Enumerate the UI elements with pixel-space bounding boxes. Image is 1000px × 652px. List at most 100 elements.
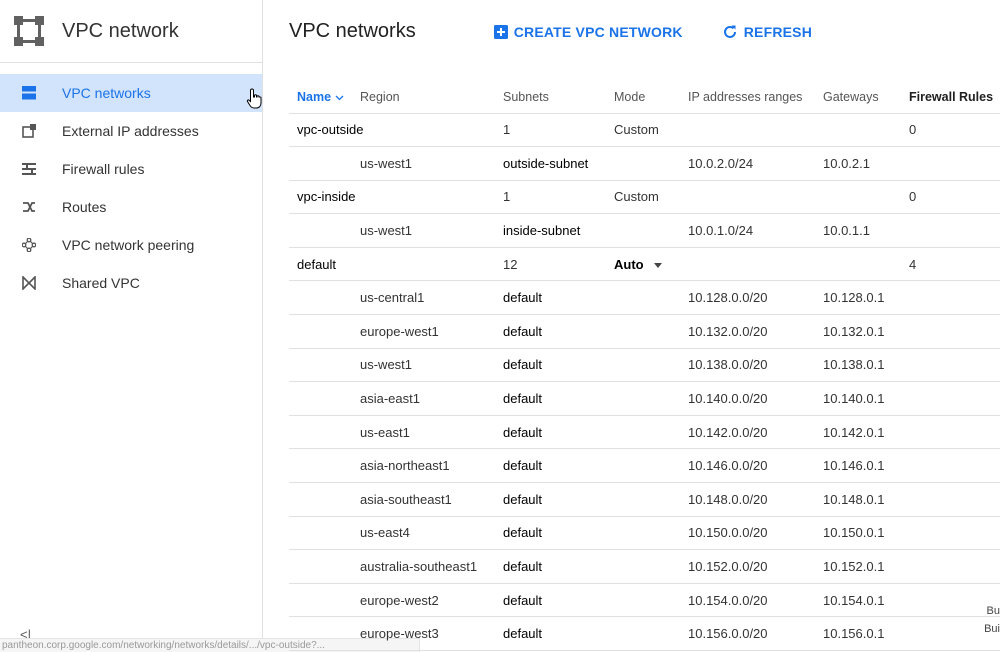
subnet-row[interactable]: europe-west2 default 10.154.0.0/20 10.154.0… <box>289 583 1000 618</box>
cell-name-text[interactable]: default <box>297 257 336 272</box>
sidebar-item-label: Firewall rules <box>62 161 145 177</box>
subnet-row[interactable]: us-east1 default 10.142.0.0/20 10.142.0.1 <box>289 415 1000 450</box>
sidebar-item-vpc-peering[interactable]: VPC network peering <box>0 226 262 264</box>
sidebar-item-firewall-rules[interactable]: Firewall rules <box>0 150 262 188</box>
subnet-row[interactable]: us-west1 default 10.138.0.0/20 10.138.0.1 <box>289 348 1000 383</box>
cell-region <box>360 247 503 282</box>
subnet-row[interactable]: us-west1 outside-subnet 10.0.2.0/24 10.0.2.… <box>289 146 1000 181</box>
cell-name[interactable]: default <box>289 247 360 282</box>
sidebar-item-external-ip[interactable]: External IP addresses <box>0 112 262 150</box>
cell-subnets-text[interactable]: default <box>503 593 542 608</box>
cell-subnets[interactable]: default <box>503 448 614 484</box>
subnet-row[interactable]: asia-southeast1 default 10.148.0.0/20 10.14… <box>289 482 1000 517</box>
sidebar-header: VPC network <box>0 0 262 63</box>
column-header-name[interactable]: Name <box>289 82 360 114</box>
cell-subnets-text[interactable]: default <box>503 626 542 641</box>
column-header-ip-ranges[interactable]: IP addresses ranges <box>688 82 823 114</box>
network-row[interactable]: vpc-inside 1 Custom 0 <box>289 180 1000 215</box>
cell-gateway: 10.154.0.1 <box>823 583 909 618</box>
cell-mode <box>614 348 688 383</box>
cell-subnets[interactable]: default <box>503 314 614 349</box>
cell-ip-range-text: 10.148.0.0/20 <box>688 491 768 507</box>
cell-subnets-text[interactable]: default <box>503 492 542 507</box>
cell-region-text: asia-northeast1 <box>360 458 450 474</box>
cell-subnets-text[interactable]: default <box>503 357 542 372</box>
cell-subnets[interactable]: default <box>503 516 614 551</box>
cell-name-text[interactable]: vpc-outside <box>297 122 363 137</box>
cell-name <box>289 516 360 551</box>
cell-gateway <box>823 247 909 282</box>
cell-name[interactable]: vpc-inside <box>289 180 360 215</box>
subnet-row[interactable]: australia-southeast1 default 10.152.0.0/20… <box>289 549 1000 584</box>
cell-subnets[interactable]: default <box>503 415 614 450</box>
cell-subnets-text[interactable]: inside-subnet <box>503 223 580 238</box>
cell-mode-text[interactable]: Auto <box>614 257 644 272</box>
sidebar-item-label: Shared VPC <box>62 275 140 291</box>
cell-ip-range <box>688 113 823 148</box>
network-row[interactable]: vpc-outside 1 Custom 0 <box>289 113 1000 148</box>
subnet-row[interactable]: us-central1 default 10.128.0.0/20 10.128.0.… <box>289 280 1000 316</box>
cell-firewall-rules <box>909 280 1000 316</box>
cell-subnets[interactable]: default <box>503 482 614 517</box>
sidebar-item-routes[interactable]: Routes <box>0 188 262 226</box>
refresh-button[interactable]: REFRESH <box>722 24 812 40</box>
cell-name <box>289 348 360 383</box>
cell-gateway <box>823 180 909 215</box>
column-header-gateways[interactable]: Gateways <box>823 82 909 114</box>
cell-subnets[interactable]: outside-subnet <box>503 146 614 181</box>
cell-subnets-text[interactable]: outside-subnet <box>503 156 588 171</box>
cell-gateway-text: 10.152.0.1 <box>823 559 885 575</box>
create-vpc-network-button[interactable]: CREATE VPC NETWORK <box>493 24 683 40</box>
column-header-region[interactable]: Region <box>360 82 503 114</box>
subnet-row[interactable]: asia-east1 default 10.140.0.0/20 10.140.0.1 <box>289 381 1000 416</box>
cell-mode: Custom <box>614 180 688 215</box>
cell-name <box>289 213 360 248</box>
cell-region-text: europe-west2 <box>360 592 439 608</box>
subnet-row[interactable]: asia-northeast1 default 10.146.0.0/20 10.14… <box>289 448 1000 484</box>
cell-subnets-text[interactable]: default <box>503 559 542 574</box>
shared-vpc-icon <box>21 275 37 291</box>
network-row[interactable]: default 12 Auto 4 <box>289 247 1000 282</box>
cell-subnets[interactable]: default <box>503 348 614 383</box>
cell-firewall-rules <box>909 448 1000 484</box>
cell-subnets[interactable]: default <box>503 583 614 618</box>
table-header-row: Name Region Subnets Mode IP addresses ra… <box>289 82 1000 114</box>
cell-gateway-text: 10.142.0.1 <box>823 424 885 440</box>
column-header-firewall-rules[interactable]: Firewall Rules <box>909 82 1000 114</box>
subnet-row[interactable]: europe-west3 default 10.156.0.0/20 10.156.0… <box>289 616 1000 651</box>
mode-dropdown-caret-icon[interactable] <box>653 262 662 268</box>
cell-ip-range: 10.154.0.0/20 <box>688 583 823 618</box>
cell-subnets[interactable]: default <box>503 381 614 416</box>
cell-subnets[interactable]: default <box>503 616 614 651</box>
cell-name <box>289 448 360 484</box>
cell-ip-range-text: 10.142.0.0/20 <box>688 424 768 440</box>
cell-name-text[interactable]: vpc-inside <box>297 189 356 204</box>
cell-gateway: 10.146.0.1 <box>823 448 909 484</box>
cell-region: australia-southeast1 <box>360 549 503 584</box>
subnet-row[interactable]: us-east4 default 10.150.0.0/20 10.150.0.1 <box>289 516 1000 551</box>
sidebar-item-vpc-networks[interactable]: VPC networks <box>0 74 262 112</box>
cell-subnets-text[interactable]: default <box>503 458 542 473</box>
cell-name[interactable]: vpc-outside <box>289 113 363 148</box>
cell-subnets[interactable]: inside-subnet <box>503 213 614 248</box>
subnet-row[interactable]: europe-west1 default 10.132.0.0/20 10.132.0… <box>289 314 1000 349</box>
corner-text-2: Bui <box>984 623 1000 635</box>
cell-mode <box>614 213 688 248</box>
cell-subnets[interactable]: default <box>503 280 614 316</box>
sidebar-item-shared-vpc[interactable]: Shared VPC <box>0 264 262 302</box>
cell-subnets-text[interactable]: default <box>503 425 542 440</box>
cell-gateway: 10.148.0.1 <box>823 482 909 517</box>
column-header-subnets[interactable]: Subnets <box>503 82 614 114</box>
cell-ip-range: 10.146.0.0/20 <box>688 448 823 484</box>
cell-subnets-text[interactable]: default <box>503 391 542 406</box>
cell-region: europe-west3 <box>360 616 503 651</box>
cell-subnets-text[interactable]: default <box>503 324 542 339</box>
cell-gateway-text: 10.132.0.1 <box>823 323 885 339</box>
cell-mode[interactable]: Auto <box>614 247 688 282</box>
cell-region: us-west1 <box>360 146 503 181</box>
subnet-row[interactable]: us-west1 inside-subnet 10.0.1.0/24 10.0.1.1 <box>289 213 1000 248</box>
cell-subnets-text[interactable]: default <box>503 290 542 305</box>
column-header-mode[interactable]: Mode <box>614 82 688 114</box>
cell-subnets-text[interactable]: default <box>503 525 542 540</box>
cell-subnets[interactable]: default <box>503 549 614 584</box>
